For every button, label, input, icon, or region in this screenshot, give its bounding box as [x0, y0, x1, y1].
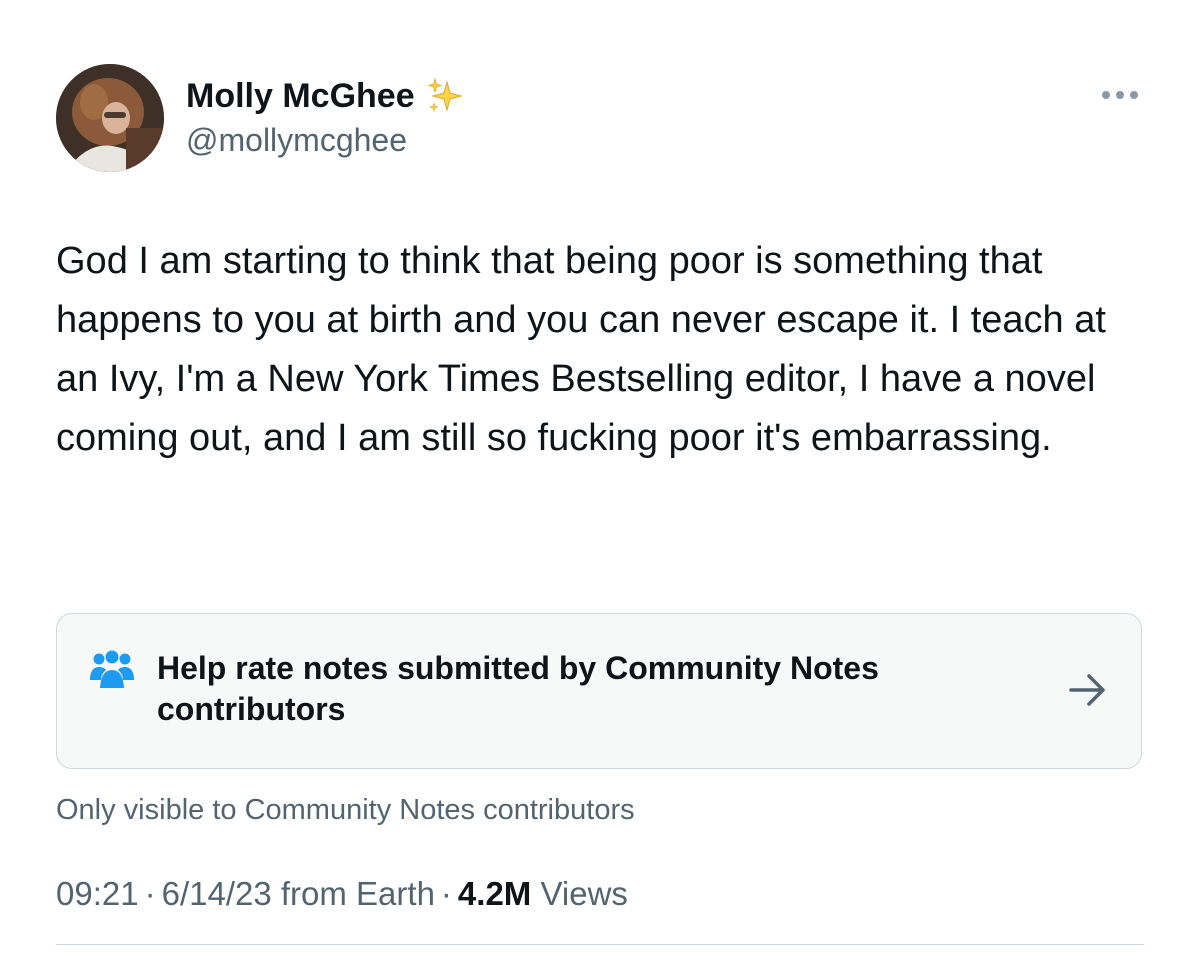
meta-separator: ·: [144, 875, 156, 912]
user-handle[interactable]: @mollymcghee: [186, 118, 407, 162]
tweet-time[interactable]: 09:21: [56, 875, 139, 912]
tweet-source: from Earth: [280, 875, 435, 912]
meta-separator: ·: [440, 875, 452, 912]
tweet-text: God I am starting to think that being po…: [56, 240, 1117, 459]
arrow-right-icon[interactable]: [1065, 670, 1109, 710]
profile-photo: [56, 64, 164, 172]
display-name[interactable]: Molly McGhee: [186, 74, 415, 118]
community-notes-card[interactable]: Help rate notes submitted by Community N…: [56, 613, 1142, 769]
people-icon: [90, 650, 134, 688]
tweet-date[interactable]: 6/14/23: [162, 875, 272, 912]
visibility-note: Only visible to Community Notes contribu…: [56, 794, 635, 826]
views-count[interactable]: 4.2M: [458, 875, 531, 912]
views-label[interactable]: Views: [540, 875, 627, 912]
community-notes-prompt-text[interactable]: Help rate notes submitted by Community N…: [157, 648, 997, 730]
avatar[interactable]: [56, 64, 164, 172]
sparkles-icon: [425, 76, 465, 116]
tweet-meta: 09:21 · 6/14/23 from Earth · 4.2M Views: [56, 872, 628, 916]
display-name-row[interactable]: Molly McGhee: [186, 74, 465, 118]
divider: [56, 944, 1144, 945]
more-icon: [1102, 91, 1138, 99]
more-options-button[interactable]: [1094, 80, 1146, 110]
